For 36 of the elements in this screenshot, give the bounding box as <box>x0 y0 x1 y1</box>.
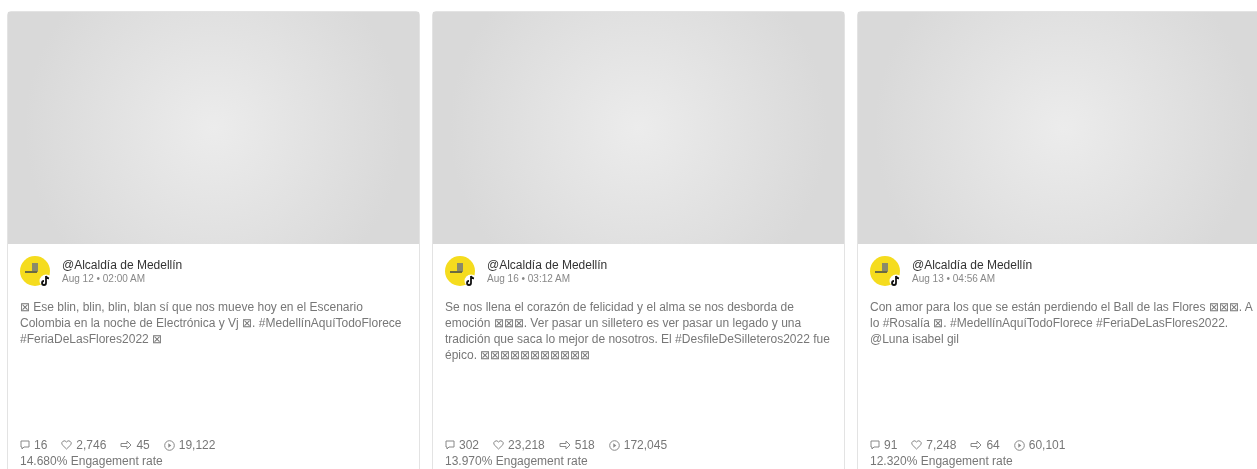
engagement-rate: 14.680% Engagement rate <box>20 454 164 468</box>
like-count: 7,248 <box>926 438 957 452</box>
play-icon <box>163 439 175 451</box>
comment-icon <box>20 440 30 450</box>
view-count: 172,045 <box>623 438 668 452</box>
author-name[interactable]: @Alcaldía de Medellín <box>62 258 183 274</box>
post-date: Aug 16 • 03:12 AM <box>487 273 571 286</box>
view-count: 19,122 <box>178 438 216 452</box>
share-count: 45 <box>136 438 150 452</box>
share-count: 518 <box>574 438 595 452</box>
author-name[interactable]: @Alcaldía de Medellín <box>487 258 608 274</box>
share-icon <box>558 440 571 450</box>
comment-count: 302 <box>459 438 480 452</box>
comment-icon <box>445 440 455 450</box>
share-count: 64 <box>986 438 1000 452</box>
share-icon <box>970 440 983 450</box>
like-count: 2,746 <box>76 438 107 452</box>
comment-count: 91 <box>884 438 898 452</box>
heart-icon <box>61 440 73 450</box>
post-text: Se nos llena el corazón de felicidad y el alma se nos desborda de emoción ⊠⊠⊠. Ver pasar un silletero es ver pasar un legado y una tradición que saca lo mejor de nosotros. El #DesfileDeSilleteros2022 fue épico. ⊠⊠⊠⊠⊠⊠⊠⊠⊠⊠⊠ <box>445 299 831 363</box>
author-name[interactable]: @Alcaldía de Medellín <box>912 258 1033 274</box>
post-text: Con amor para los que se están perdiendo el Ball de las Flores ⊠⊠⊠. A lo #Rosalía ⊠. #MedellínAquíTodoFlorece #FeriaDeLasFlores2022. @Luna isabel gil <box>870 299 1254 347</box>
play-icon <box>1013 439 1025 451</box>
post-text: ⊠ Ese blin, blin, blin, blan sí que nos mueve hoy en el Escenario Colombia en la noche de Electrónica y Vj ⊠. #MedellínAquíTodoFlorece #FeriaDeLasFlores2022 ⊠ <box>20 299 403 347</box>
post-date: Aug 12 • 02:00 AM <box>62 273 146 286</box>
heart-icon <box>911 440 923 450</box>
post-date: Aug 13 • 04:56 AM <box>912 273 996 286</box>
play-icon <box>608 439 620 451</box>
view-count: 60,101 <box>1028 438 1066 452</box>
like-count: 23,218 <box>508 438 545 452</box>
share-icon <box>120 440 133 450</box>
engagement-rate: 12.320% Engagement rate <box>870 454 1014 468</box>
comment-icon <box>870 440 880 450</box>
comment-count: 16 <box>34 438 48 452</box>
engagement-rate: 13.970% Engagement rate <box>445 454 589 468</box>
heart-icon <box>493 440 505 450</box>
